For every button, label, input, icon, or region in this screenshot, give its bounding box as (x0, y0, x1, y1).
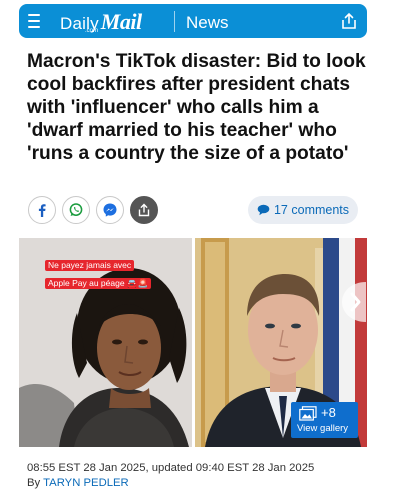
site-logo[interactable]: DailyMail (60, 9, 142, 35)
header-share-icon[interactable] (340, 12, 358, 30)
hamburger-menu-icon[interactable] (28, 14, 40, 28)
share-buttons (28, 196, 164, 226)
influencer-photo: Ne payez jamais avec Apple Pay au péage … (19, 238, 192, 447)
facebook-share-button[interactable] (28, 196, 56, 224)
comments-count: 17 comments (273, 203, 350, 217)
author-link[interactable]: TARYN PEDLER (43, 477, 129, 489)
article-timestamp: 08:55 EST 28 Jan 2025, updated 09:40 EST… (27, 462, 315, 474)
article-headline: Macron's TikTok disaster: Bid to look co… (27, 51, 366, 164)
comment-bubble-icon (257, 204, 270, 216)
comments-button[interactable]: 17 comments (248, 196, 358, 224)
gallery-count: +8 (321, 405, 336, 420)
messenger-share-button[interactable] (96, 196, 124, 224)
gallery-icon (299, 406, 317, 421)
facebook-icon (38, 204, 46, 217)
logo-mail-text: Mail (100, 9, 142, 34)
caption-line-1: Ne payez jamais avec (45, 260, 135, 271)
logo-com-text: .com (85, 28, 99, 34)
section-label[interactable]: News (186, 13, 229, 33)
gallery-label: View gallery (297, 423, 349, 434)
caption-line-2: Apple Pay au péage 🚘🚨 (45, 278, 152, 289)
more-share-button[interactable] (130, 196, 158, 224)
byline-prefix: By (27, 477, 41, 489)
gallery-next-arrow-icon[interactable] (342, 282, 366, 322)
whatsapp-icon (69, 203, 83, 216)
view-gallery-button[interactable]: +8 View gallery (291, 402, 358, 438)
messenger-icon (103, 203, 117, 217)
header-divider (174, 11, 175, 32)
video-caption: Ne payez jamais avec Apple Pay au péage … (45, 255, 163, 291)
site-header: DailyMail .com News (19, 4, 367, 38)
whatsapp-share-button[interactable] (62, 196, 90, 224)
byline: By TARYN PEDLER (27, 477, 129, 489)
share-icon (138, 203, 150, 217)
